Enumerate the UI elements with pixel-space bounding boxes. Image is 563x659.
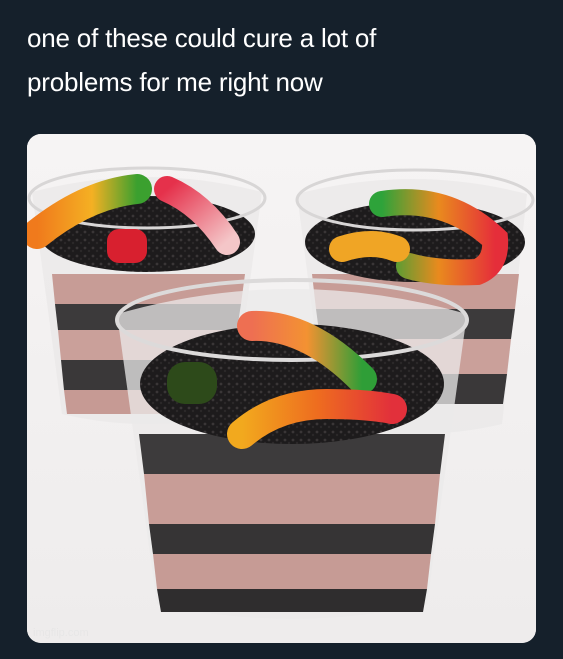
- tweet-text: one of these could cure a lot of problem…: [27, 23, 377, 97]
- dirt-cups-illustration: [27, 134, 536, 643]
- imgflip-watermark: imgflip.com: [33, 627, 89, 639]
- tweet-photo[interactable]: imgflip.com: [27, 134, 536, 643]
